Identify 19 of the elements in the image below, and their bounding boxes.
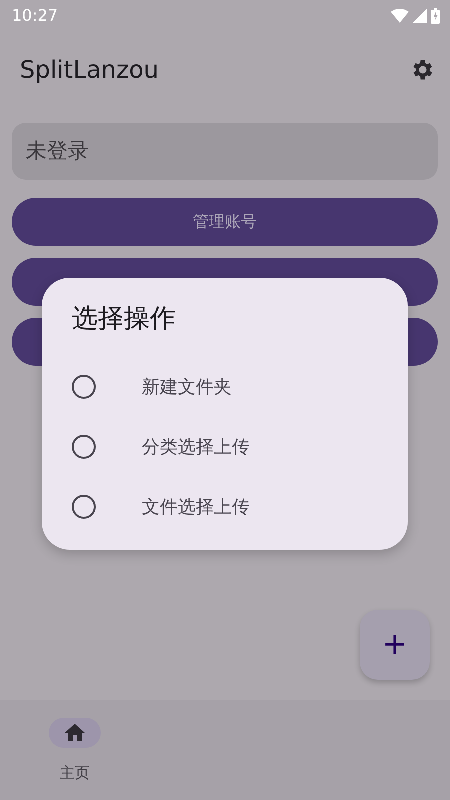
account-field[interactable]: 未登录 (12, 123, 438, 180)
radio-button[interactable] (72, 375, 96, 399)
wifi-icon (391, 9, 409, 23)
status-time: 10:27 (12, 5, 58, 27)
battery-icon (431, 8, 440, 24)
radio-option[interactable]: 分类选择上传 (72, 417, 378, 477)
action-button[interactable]: 管理账号 (12, 198, 438, 246)
dialog-title: 选择操作 (72, 303, 177, 336)
nav-tab[interactable]: 主页 (40, 718, 110, 784)
signal-icon (413, 9, 427, 23)
option-label: 分类选择上传 (142, 436, 250, 460)
radio-option[interactable]: 文件选择上传 (72, 477, 378, 537)
app-title: SplitLanzou (20, 55, 159, 86)
add-button[interactable]: + (360, 610, 430, 680)
option-label: 新建文件夹 (142, 376, 232, 400)
radio-button[interactable] (72, 435, 96, 459)
radio-option[interactable]: 新建文件夹 (72, 357, 378, 417)
radio-button[interactable] (72, 495, 96, 519)
option-label: 文件选择上传 (142, 496, 250, 520)
